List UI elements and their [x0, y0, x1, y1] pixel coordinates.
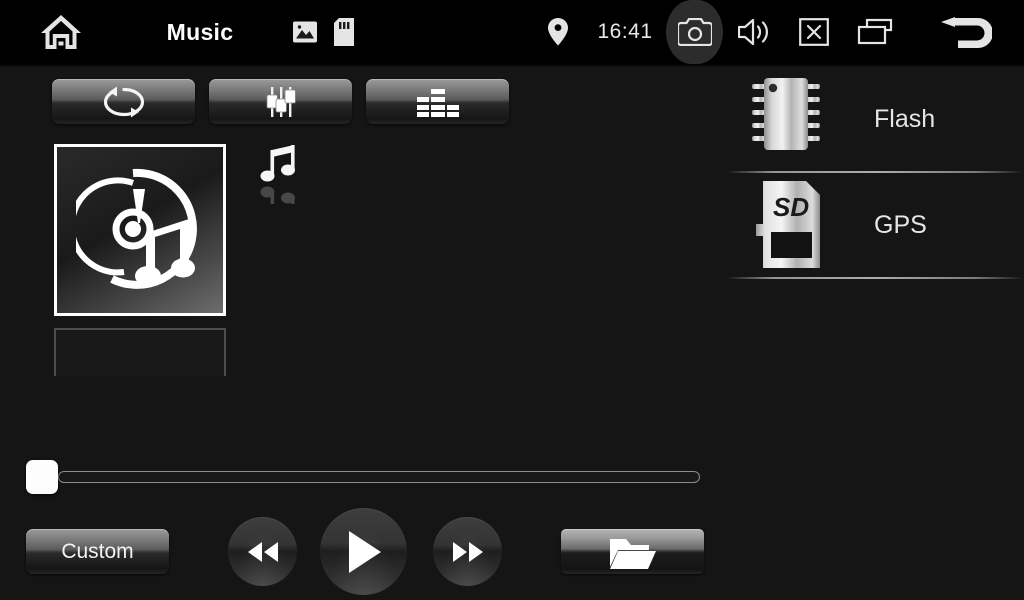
source-label-gps: GPS — [874, 210, 927, 239]
home-icon — [41, 15, 81, 49]
repeat-button[interactable] — [52, 79, 195, 124]
play-icon — [348, 530, 381, 573]
svg-text:SD: SD — [773, 192, 809, 222]
seek-track[interactable] — [58, 471, 700, 483]
seek-thumb[interactable] — [26, 460, 58, 494]
rewind-icon — [247, 541, 278, 562]
back-button[interactable] — [936, 12, 994, 54]
sdcard-status-button[interactable] — [328, 14, 360, 50]
close-box-icon — [799, 18, 829, 46]
status-bar-separator — [0, 64, 1024, 67]
eq-bars-icon — [416, 88, 459, 117]
recent-apps-icon — [857, 18, 893, 45]
close-button[interactable] — [793, 14, 835, 50]
camera-button[interactable] — [666, 0, 723, 64]
playlist-button[interactable] — [366, 79, 509, 124]
equalizer-button[interactable] — [209, 79, 352, 124]
disc-music-icon — [76, 168, 197, 289]
sdcard-icon — [334, 18, 354, 46]
volume-icon — [738, 18, 768, 46]
clock: 16:41 — [592, 16, 658, 48]
flash-chip-icon-wrap — [738, 76, 834, 162]
source-item-flash[interactable]: Flash — [726, 67, 1024, 171]
flash-chip-icon — [752, 78, 820, 150]
custom-button-label: Custom — [61, 539, 134, 563]
play-button[interactable] — [320, 508, 407, 595]
browse-button[interactable] — [561, 529, 704, 574]
source-divider-bottom — [726, 277, 1024, 279]
source-item-gps[interactable]: SD GPS — [726, 173, 1024, 277]
music-note-icon — [260, 145, 295, 204]
album-item[interactable] — [54, 328, 226, 376]
source-panel: Flash SD GPS — [726, 67, 1024, 287]
image-icon — [293, 21, 317, 43]
faders-icon — [266, 86, 296, 117]
status-bar: Music 16:41 — [0, 0, 1024, 64]
page-title-text: Music — [166, 18, 234, 45]
clock-text: 16:41 — [597, 20, 653, 43]
location-status[interactable] — [540, 14, 576, 50]
location-pin-icon — [548, 18, 568, 46]
source-label-flash: Flash — [874, 104, 936, 133]
back-arrow-icon — [941, 17, 992, 48]
album-item-selected[interactable] — [54, 144, 226, 316]
fast-forward-icon — [452, 541, 483, 562]
album-list[interactable] — [54, 144, 240, 376]
custom-button[interactable]: Custom — [26, 529, 169, 574]
volume-button[interactable] — [732, 14, 778, 50]
seek-bar[interactable] — [26, 460, 701, 494]
now-playing-indicator — [258, 142, 306, 204]
repeat-icon — [103, 86, 144, 117]
sd-card-icon-wrap: SD — [738, 180, 834, 270]
camera-icon — [677, 18, 712, 46]
home-button[interactable] — [28, 8, 94, 56]
next-button[interactable] — [433, 517, 502, 586]
recent-apps-button[interactable] — [851, 14, 899, 50]
page-title: Music — [150, 12, 250, 52]
music-player-screen: Music 16:41 Flash SD GPS Custom — [0, 0, 1024, 600]
folder-icon — [609, 538, 656, 569]
sd-card-icon: SD — [756, 181, 820, 268]
gallery-button[interactable] — [288, 16, 322, 48]
previous-button[interactable] — [228, 517, 297, 586]
